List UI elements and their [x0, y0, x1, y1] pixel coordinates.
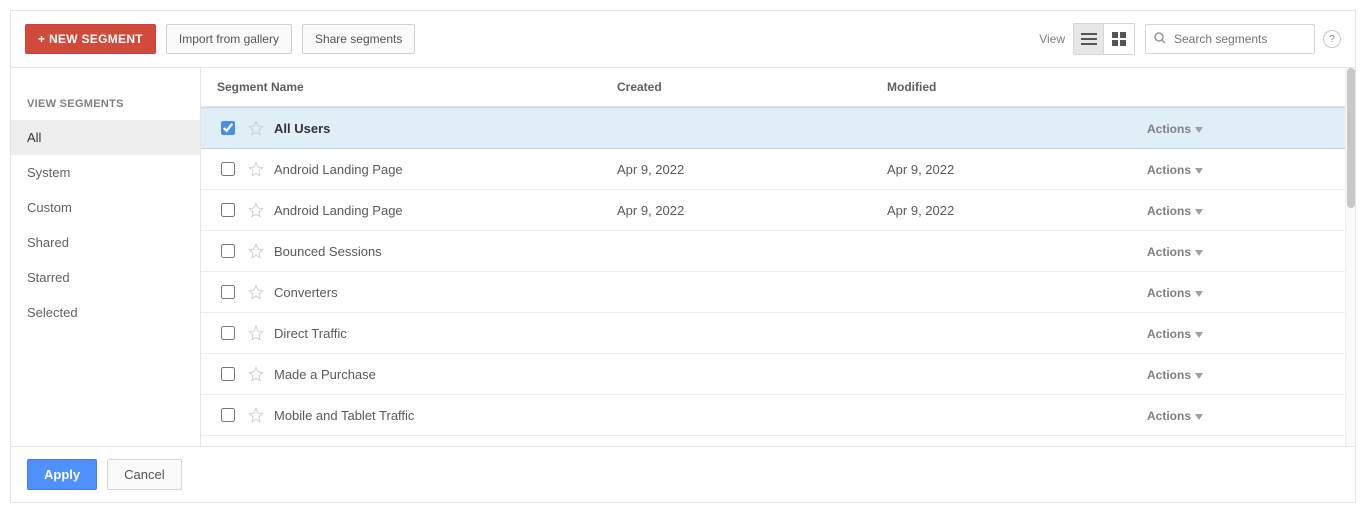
actions-label: Actions — [1147, 409, 1191, 423]
table-row[interactable]: Direct Traffic Actions — [201, 313, 1355, 354]
table-row[interactable]: Android Landing Page Apr 9, 2022Apr 9, 20… — [201, 190, 1355, 231]
table-row[interactable]: Android Landing Page Apr 9, 2022Apr 9, 20… — [201, 149, 1355, 190]
actions-label: Actions — [1147, 368, 1191, 382]
segment-name: All Users — [274, 121, 330, 136]
star-icon[interactable] — [248, 366, 264, 382]
search-segments-field[interactable] — [1145, 24, 1315, 54]
star-icon[interactable] — [248, 243, 264, 259]
sidebar-item-selected[interactable]: Selected — [11, 295, 200, 330]
sidebar-item-shared[interactable]: Shared — [11, 225, 200, 260]
chevron-down-icon — [1195, 327, 1203, 341]
table-row[interactable]: Mobile TrafficActions — [201, 436, 1355, 446]
actions-dropdown[interactable]: Actions — [1147, 286, 1203, 300]
actions-dropdown[interactable]: Actions — [1147, 368, 1203, 382]
list-icon — [1081, 33, 1097, 45]
actions-label: Actions — [1147, 204, 1191, 218]
segment-created: Apr 9, 2022 — [617, 162, 887, 177]
view-grid-button[interactable] — [1104, 24, 1134, 54]
star-icon[interactable] — [248, 161, 264, 177]
segment-name: Direct Traffic — [274, 326, 347, 341]
sidebar-item-custom[interactable]: Custom — [11, 190, 200, 225]
segment-name: Converters — [274, 285, 338, 300]
row-checkbox[interactable] — [221, 162, 235, 176]
scrollbar[interactable] — [1345, 68, 1355, 446]
table-row[interactable]: Mobile and Tablet Traffic Actions — [201, 395, 1355, 436]
segment-name: Android Landing Page — [274, 203, 403, 218]
col-header-name[interactable]: Segment Name — [217, 80, 617, 94]
row-checkbox[interactable] — [221, 408, 235, 422]
help-button[interactable]: ? — [1323, 30, 1341, 48]
star-icon[interactable] — [248, 407, 264, 423]
search-icon — [1154, 32, 1166, 47]
row-checkbox[interactable] — [221, 285, 235, 299]
actions-label: Actions — [1147, 327, 1191, 341]
segment-created: Apr 9, 2022 — [617, 203, 887, 218]
sidebar-item-starred[interactable]: Starred — [11, 260, 200, 295]
table-row[interactable]: Converters Actions — [201, 272, 1355, 313]
col-header-actions — [1147, 80, 1339, 94]
col-header-created[interactable]: Created — [617, 80, 887, 94]
actions-dropdown[interactable]: Actions — [1147, 204, 1203, 218]
actions-label: Actions — [1147, 286, 1191, 300]
chevron-down-icon — [1195, 286, 1203, 300]
segment-name: Android Landing Page — [274, 162, 403, 177]
new-segment-button[interactable]: + NEW SEGMENT — [25, 24, 156, 54]
actions-label: Actions — [1147, 163, 1191, 177]
segment-modified: Apr 9, 2022 — [887, 203, 1147, 218]
star-icon[interactable] — [248, 284, 264, 300]
cancel-button[interactable]: Cancel — [107, 459, 181, 490]
actions-dropdown[interactable]: Actions — [1147, 245, 1203, 259]
toolbar: + NEW SEGMENT Import from gallery Share … — [11, 11, 1355, 68]
segment-modified: Apr 9, 2022 — [887, 162, 1147, 177]
segment-name: Bounced Sessions — [274, 244, 382, 259]
table-header: Segment Name Created Modified — [201, 68, 1355, 107]
row-checkbox[interactable] — [221, 203, 235, 217]
search-input[interactable] — [1172, 31, 1306, 47]
chevron-down-icon — [1195, 245, 1203, 259]
star-icon[interactable] — [248, 120, 264, 136]
actions-dropdown[interactable]: Actions — [1147, 409, 1203, 423]
table-row[interactable]: Made a Purchase Actions — [201, 354, 1355, 395]
import-from-gallery-button[interactable]: Import from gallery — [166, 24, 292, 54]
view-toggle — [1073, 23, 1135, 55]
segment-name: Made a Purchase — [274, 367, 376, 382]
chevron-down-icon — [1195, 204, 1203, 218]
sidebar: VIEW SEGMENTS AllSystemCustomSharedStarr… — [11, 68, 201, 446]
table-row[interactable]: Bounced Sessions Actions — [201, 231, 1355, 272]
row-checkbox[interactable] — [221, 326, 235, 340]
chevron-down-icon — [1195, 122, 1203, 136]
chevron-down-icon — [1195, 163, 1203, 177]
grid-icon — [1112, 32, 1126, 46]
star-icon[interactable] — [248, 325, 264, 341]
scrollbar-thumb[interactable] — [1347, 68, 1355, 208]
row-checkbox[interactable] — [221, 367, 235, 381]
actions-label: Actions — [1147, 122, 1191, 136]
share-segments-button[interactable]: Share segments — [302, 24, 415, 54]
view-list-button[interactable] — [1074, 24, 1104, 54]
segment-name: Mobile and Tablet Traffic — [274, 408, 414, 423]
row-checkbox[interactable] — [221, 244, 235, 258]
table-row[interactable]: All Users Actions — [201, 107, 1355, 149]
actions-dropdown[interactable]: Actions — [1147, 163, 1203, 177]
actions-label: Actions — [1147, 245, 1191, 259]
sidebar-item-system[interactable]: System — [11, 155, 200, 190]
apply-button[interactable]: Apply — [27, 459, 97, 490]
segments-table: Segment Name Created Modified All UsersA… — [201, 68, 1355, 446]
footer: Apply Cancel — [11, 446, 1355, 502]
chevron-down-icon — [1195, 409, 1203, 423]
segments-panel: + NEW SEGMENT Import from gallery Share … — [10, 10, 1356, 503]
star-icon[interactable] — [248, 202, 264, 218]
chevron-down-icon — [1195, 368, 1203, 382]
sidebar-item-all[interactable]: All — [11, 120, 200, 155]
actions-dropdown[interactable]: Actions — [1147, 327, 1203, 341]
row-checkbox[interactable] — [221, 121, 235, 135]
sidebar-heading: VIEW SEGMENTS — [11, 98, 200, 120]
actions-dropdown[interactable]: Actions — [1147, 122, 1203, 136]
view-label: View — [1039, 32, 1065, 46]
col-header-modified[interactable]: Modified — [887, 80, 1147, 94]
